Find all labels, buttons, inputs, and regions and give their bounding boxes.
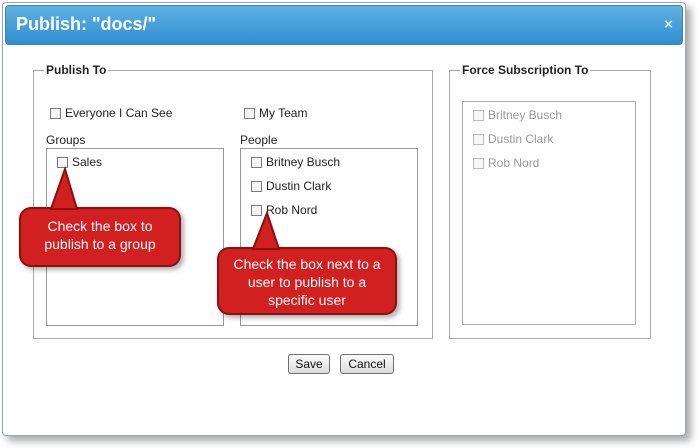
close-icon[interactable]: × bbox=[664, 16, 673, 33]
force-person-checkbox bbox=[473, 134, 484, 145]
person-item[interactable]: Dustin Clark bbox=[251, 179, 331, 193]
force-person-label: Rob Nord bbox=[488, 156, 540, 170]
force-subscription-legend: Force Subscription To bbox=[462, 63, 589, 77]
force-person-checkbox bbox=[473, 158, 484, 169]
my-team-checkbox[interactable] bbox=[244, 108, 255, 119]
person-label: Britney Busch bbox=[266, 155, 341, 169]
group-checkbox[interactable] bbox=[57, 157, 68, 168]
user-callout-pointer bbox=[251, 210, 281, 250]
everyone-checkbox[interactable] bbox=[50, 108, 61, 119]
person-checkbox[interactable] bbox=[251, 181, 262, 192]
publish-to-legend: Publish To bbox=[46, 63, 107, 77]
user-callout: Check the box next to a user to publish … bbox=[217, 210, 397, 315]
force-person-checkbox bbox=[473, 110, 484, 121]
force-person-label: Dustin Clark bbox=[488, 132, 554, 146]
everyone-option[interactable]: Everyone I Can See bbox=[50, 106, 172, 120]
force-subscription-list: Britney Busch Dustin Clark Rob Nord bbox=[462, 101, 636, 325]
group-callout: Check the box to publish to a group bbox=[19, 165, 181, 267]
user-callout-text: Check the box next to a user to publish … bbox=[233, 256, 381, 308]
person-item[interactable]: Britney Busch bbox=[251, 155, 340, 169]
force-person-item: Dustin Clark bbox=[473, 132, 553, 146]
dialog-title-bar[interactable]: Publish: "docs/" × bbox=[5, 5, 683, 45]
people-heading: People bbox=[240, 133, 278, 147]
force-person-item: Britney Busch bbox=[473, 108, 562, 122]
group-label: Sales bbox=[72, 155, 103, 169]
group-callout-text: Check the box to publish to a group bbox=[44, 218, 156, 252]
person-label: Dustin Clark bbox=[266, 179, 332, 193]
everyone-label: Everyone I Can See bbox=[65, 106, 173, 120]
force-person-label: Britney Busch bbox=[488, 108, 563, 122]
cancel-button[interactable]: Cancel bbox=[340, 354, 394, 374]
dialog-title: Publish: "docs/" bbox=[16, 14, 157, 34]
group-callout-pointer bbox=[49, 165, 79, 210]
group-item-sales[interactable]: Sales bbox=[57, 155, 102, 169]
save-button[interactable]: Save bbox=[288, 354, 330, 374]
force-person-item: Rob Nord bbox=[473, 156, 539, 170]
my-team-label: My Team bbox=[259, 106, 308, 120]
person-checkbox[interactable] bbox=[251, 157, 262, 168]
groups-heading: Groups bbox=[46, 133, 86, 147]
my-team-option[interactable]: My Team bbox=[244, 106, 307, 120]
